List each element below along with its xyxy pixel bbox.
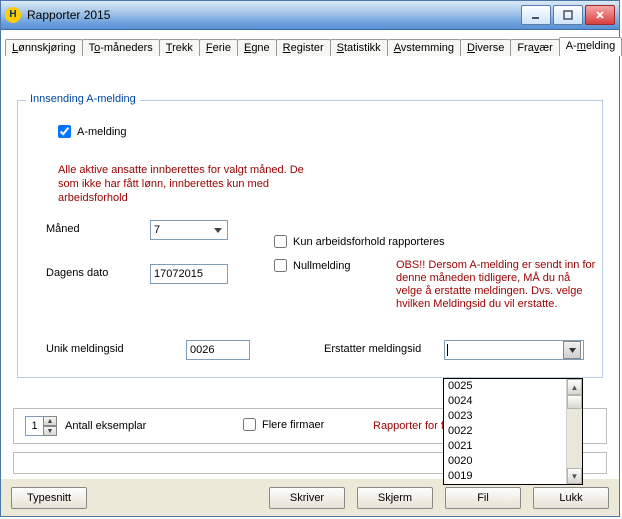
dropdown-option[interactable]: 0022 [444, 424, 566, 439]
copies-value[interactable]: 1 [25, 416, 43, 436]
text-caret [447, 344, 448, 356]
tab-panel-amelding: Innsending A-melding A-melding Alle akti… [5, 56, 615, 481]
dato-field[interactable] [150, 264, 228, 284]
minimize-button[interactable] [521, 5, 551, 25]
scroll-thumb[interactable] [567, 395, 582, 409]
nullmelding-label: Nullmelding [293, 260, 350, 272]
window-title: Rapporter 2015 [27, 8, 521, 22]
info-text: Alle aktive ansatte innberettes for valg… [58, 163, 308, 205]
amelding-checkbox-label: A-melding [77, 126, 127, 138]
lukk-button[interactable]: Lukk [533, 487, 609, 509]
flere-firmaer-checkbox[interactable] [243, 418, 256, 431]
tab-a-melding[interactable]: A-melding [559, 37, 622, 56]
tab-register[interactable]: Register [276, 39, 331, 57]
typesnitt-button[interactable]: Typesnitt [11, 487, 87, 509]
erst-label: Erstatter meldingsid [324, 343, 421, 355]
group-title: Innsending A-melding [26, 93, 140, 105]
unik-label: Unik meldingsid [46, 343, 124, 355]
scroll-track[interactable] [567, 409, 582, 468]
unik-field[interactable] [186, 340, 250, 360]
skriver-button[interactable]: Skriver [269, 487, 345, 509]
tab-egne[interactable]: Egne [237, 39, 277, 57]
maaned-label: Måned [46, 223, 80, 235]
amelding-checkbox[interactable] [58, 125, 71, 138]
tab-ferie[interactable]: Ferie [199, 39, 238, 57]
dropdown-option[interactable]: 0024 [444, 394, 566, 409]
tab-avstemming[interactable]: Avstemming [387, 39, 461, 57]
maximize-button[interactable] [553, 5, 583, 25]
kun-arb-checkbox-row[interactable]: Kun arbeidsforhold rapporteres [274, 235, 445, 248]
scroll-down-icon[interactable]: ▼ [567, 468, 582, 484]
spin-up-icon[interactable]: ▲ [43, 416, 57, 426]
spin-down-icon[interactable]: ▼ [43, 426, 57, 436]
fil-button[interactable]: Fil [445, 487, 521, 509]
copies-label: Antall eksemplar [65, 420, 146, 432]
dropdown-option[interactable]: 0019 [444, 469, 566, 484]
obs-text: OBS!! Dersom A-melding er sendt inn for … [396, 259, 596, 311]
flere-firmaer-row[interactable]: Flere firmaer [243, 418, 324, 431]
erst-select[interactable] [444, 340, 584, 360]
scroll-up-icon[interactable]: ▲ [567, 379, 582, 395]
close-button[interactable] [585, 5, 615, 25]
dropdown-option[interactable]: 0021 [444, 439, 566, 454]
rapporter-for-text: Rapporter for f [373, 420, 444, 432]
maaned-select[interactable]: 7 [150, 220, 228, 240]
tab-diverse[interactable]: Diverse [460, 39, 511, 57]
tab-l-nnskj-ring[interactable]: Lønnskjøring [5, 39, 83, 57]
kun-arb-label: Kun arbeidsforhold rapporteres [293, 236, 445, 248]
tab-to-m-neders[interactable]: To-måneders [82, 39, 160, 57]
dropdown-option[interactable]: 0023 [444, 409, 566, 424]
nullmelding-checkbox[interactable] [274, 259, 287, 272]
tab-statistikk[interactable]: Statistikk [330, 39, 388, 57]
erst-dropdown[interactable]: 0025002400230022002100200019 ▲ ▼ [443, 378, 583, 485]
null-checkbox-row[interactable]: Nullmelding [274, 259, 350, 272]
tab-frav-r[interactable]: Fravær [510, 39, 559, 57]
group-innsending: Innsending A-melding A-melding Alle akti… [17, 100, 603, 378]
copies-spinner[interactable]: 1 ▲ ▼ [25, 416, 57, 436]
flere-firmaer-label: Flere firmaer [262, 419, 324, 431]
tab-bar: LønnskjøringTo-månedersTrekkFerieEgneReg… [5, 34, 615, 56]
kun-arb-checkbox[interactable] [274, 235, 287, 248]
tab-trekk[interactable]: Trekk [159, 39, 200, 57]
window: H Rapporter 2015 LønnskjøringTo-måneders… [0, 0, 620, 517]
titlebar[interactable]: H Rapporter 2015 [1, 1, 619, 30]
dropdown-option[interactable]: 0025 [444, 379, 566, 394]
skjerm-button[interactable]: Skjerm [357, 487, 433, 509]
amelding-checkbox-row[interactable]: A-melding [58, 125, 127, 138]
app-icon: H [5, 7, 21, 23]
dropdown-scrollbar[interactable]: ▲ ▼ [566, 379, 582, 484]
dato-label: Dagens dato [46, 267, 108, 279]
chevron-down-icon[interactable] [563, 341, 581, 359]
dropdown-option[interactable]: 0020 [444, 454, 566, 469]
